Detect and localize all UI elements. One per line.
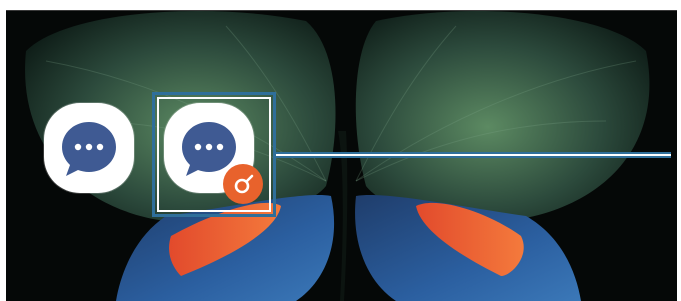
highlight-frame [152, 92, 276, 217]
chat-bubble-dots-icon [62, 122, 116, 176]
messages-app-icon[interactable] [44, 103, 134, 193]
callout-leader-line [276, 152, 671, 158]
